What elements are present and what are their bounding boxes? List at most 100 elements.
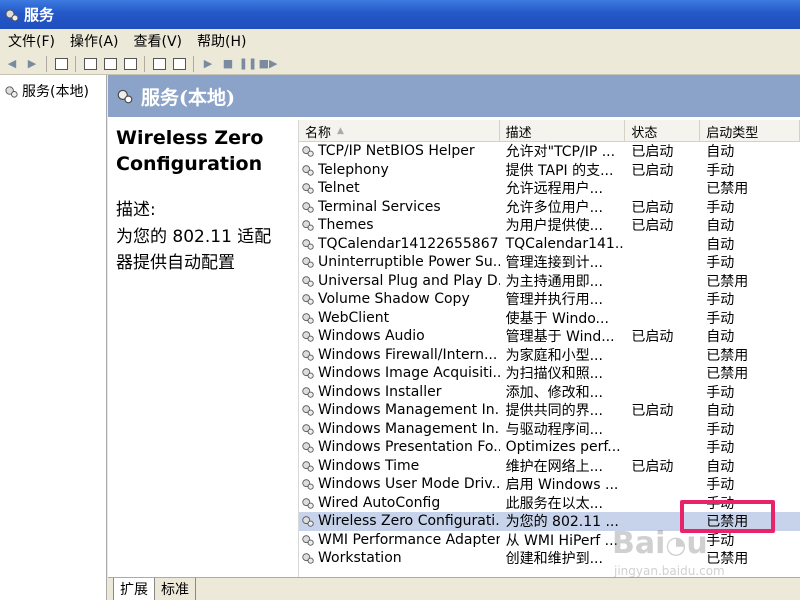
table-row[interactable]: WMI Performance Adapter 从 WMI HiPerf ... 手… (299, 531, 800, 550)
cell-startup-type: 自动 (706, 458, 735, 475)
help-icon[interactable] (149, 55, 169, 73)
service-gear-icon (302, 164, 314, 176)
table-row[interactable]: Windows Firewall/Intern... 为家庭和小型... 已禁用 (299, 346, 800, 365)
refresh-icon[interactable] (100, 55, 120, 73)
service-gear-icon (302, 405, 314, 416)
table-row[interactable]: Themes 为用户提供使... 已启动 自动 (299, 216, 800, 235)
table-row[interactable]: Uninterruptible Power Su... 管理连接到计... 手动 (299, 253, 800, 272)
cell-service-name: Windows Management In... (299, 421, 500, 437)
cell-service-name: Wireless Zero Configurati... (299, 513, 500, 529)
column-header-description[interactable]: 描述 (500, 120, 626, 142)
table-row[interactable]: Windows Management In... 与驱动程序间... 手动 (299, 420, 800, 439)
cell-service-name: Uninterruptible Power Su... (299, 254, 500, 270)
table-row[interactable]: Windows Image Acquisiti... 为扫描仪和照... 已禁用 (299, 364, 800, 383)
cell-startup-type: 已禁用 (706, 347, 749, 364)
service-name: Workstation (318, 550, 402, 567)
cell-service-name: WebClient (299, 310, 500, 326)
table-row[interactable]: Windows User Mode Driv... 启用 Windows ... 手… (299, 475, 800, 494)
pause-service-icon[interactable]: ❚❚ (238, 55, 258, 73)
console-tree: 服务(本地) (0, 75, 107, 600)
menu-bar: 文件(F) 操作(A) 查看(V) 帮助(H) (0, 29, 800, 53)
cell-description: 提供共同的界... (505, 403, 603, 420)
service-name: Windows Firewall/Intern... (318, 346, 498, 363)
description-text: 为您的 802.11 适配器提供自动配置 (116, 227, 272, 273)
table-row[interactable]: Windows Audio 管理基于 Wind... 已启动 自动 (299, 327, 800, 346)
cell-status: 已启动 (631, 403, 674, 420)
description-pane: Wireless Zero Configuration 描述: 为您的 802.… (108, 117, 295, 577)
cell-description: Optimizes perf... (505, 439, 621, 456)
properties-icon[interactable] (80, 55, 100, 73)
service-gear-icon (302, 460, 314, 472)
service-name: Windows Image Acquisiti... (318, 365, 500, 382)
cell-status: 已启动 (631, 162, 674, 179)
menu-view[interactable]: 查看(V) (134, 31, 183, 51)
table-row[interactable]: WebClient 使基于 Windo... 手动 (299, 309, 800, 328)
cell-status: 已启动 (631, 199, 674, 216)
column-header-label: 名称 (305, 125, 332, 141)
cell-startup-type: 自动 (706, 329, 735, 346)
cell-service-name: TQCalendar14122655867... (299, 236, 500, 252)
cell-description: 为主持通用即... (505, 273, 603, 290)
table-row[interactable]: Terminal Services 允许多位用户... 已启动 手动 (299, 198, 800, 217)
column-header-status[interactable]: 状态 (625, 120, 701, 142)
stop-service-icon[interactable]: ■ (218, 55, 238, 73)
cell-service-name: Windows Audio (299, 328, 500, 344)
service-name: Windows Time (318, 457, 420, 474)
console-icon[interactable] (169, 55, 189, 73)
table-row[interactable]: TCP/IP NetBIOS Helper 允许对"TCP/IP ... 已启动 自动 (299, 142, 800, 161)
table-row[interactable]: Windows Time 维护在网络上... 已启动 自动 (299, 457, 800, 476)
cell-startup-type: 已禁用 (706, 366, 749, 383)
watermark-logo: Bai◔u (612, 526, 708, 561)
cell-description: 允许远程用户... (505, 181, 603, 198)
service-name: Windows Installer (318, 383, 442, 400)
show-tree-icon[interactable] (51, 55, 71, 73)
service-name: TQCalendar14122655867... (318, 235, 500, 252)
table-row[interactable]: Windows Installer 添加、修改和... 手动 (299, 383, 800, 402)
menu-file[interactable]: 文件(F) (8, 31, 55, 51)
table-row[interactable]: Universal Plug and Play D... 为主持通用即... 已禁用 (299, 272, 800, 291)
table-row[interactable]: Windows Presentation Fo... Optimizes perf… (299, 438, 800, 457)
services-gear-icon (117, 89, 133, 104)
table-row[interactable]: Telnet 允许远程用户... 已禁用 (299, 179, 800, 198)
tab-extended[interactable]: 扩展 (113, 578, 155, 600)
tree-item-services-local[interactable]: 服务(本地) (0, 75, 106, 107)
start-service-icon[interactable]: ▶ (198, 55, 218, 73)
service-name: Windows Management In... (318, 420, 500, 437)
cell-description: 允许对"TCP/IP ... (505, 144, 616, 161)
table-row[interactable]: TQCalendar14122655867... TQCalendar141...… (299, 235, 800, 254)
menu-help[interactable]: 帮助(H) (197, 31, 246, 51)
cell-startup-type: 手动 (706, 421, 735, 438)
cell-status: 已启动 (631, 218, 674, 235)
service-name: TCP/IP NetBIOS Helper (318, 143, 475, 160)
cell-description: 创建和维护到... (505, 551, 603, 568)
cell-service-name: Windows Management In... (299, 402, 500, 418)
service-name: Windows Presentation Fo... (318, 439, 500, 456)
toolbar-separator (144, 55, 145, 72)
cell-description: 为用户提供使... (505, 218, 603, 235)
toolbar-separator (46, 55, 47, 72)
tab-standard[interactable]: 标准 (154, 578, 196, 600)
forward-arrow-icon[interactable]: ▶ (22, 55, 42, 73)
main-pane: 服务(本地) Wireless Zero Configuration 描述: 为… (108, 75, 800, 600)
service-gear-icon (302, 294, 314, 305)
cell-service-name: Telephony (299, 162, 500, 178)
column-header-startup[interactable]: 启动类型 (700, 120, 800, 142)
toolbar-separator (193, 55, 194, 72)
restart-service-icon[interactable]: ■▶ (258, 55, 278, 73)
export-list-icon[interactable] (120, 55, 140, 73)
menu-action[interactable]: 操作(A) (70, 31, 119, 51)
table-row[interactable]: Volume Shadow Copy 管理并执行用... 手动 (299, 290, 800, 309)
cell-description: 提供 TAPI 的支... (505, 162, 614, 179)
services-gear-icon (5, 85, 18, 98)
back-arrow-icon[interactable]: ◀ (2, 55, 22, 73)
cell-service-name: TCP/IP NetBIOS Helper (299, 143, 500, 159)
service-name: Universal Plug and Play D... (318, 272, 500, 289)
cell-service-name: WMI Performance Adapter (299, 532, 500, 548)
cell-description: 启用 Windows ... (505, 477, 619, 494)
column-header-label: 描述 (505, 125, 532, 141)
table-row[interactable]: Windows Management In... 提供共同的界... 已启动 自动 (299, 401, 800, 420)
service-name: WMI Performance Adapter (318, 531, 500, 548)
cell-startup-type: 自动 (706, 236, 735, 253)
column-header-name[interactable]: 名称 ▲ (299, 120, 500, 142)
table-row[interactable]: Telephony 提供 TAPI 的支... 已启动 手动 (299, 161, 800, 180)
